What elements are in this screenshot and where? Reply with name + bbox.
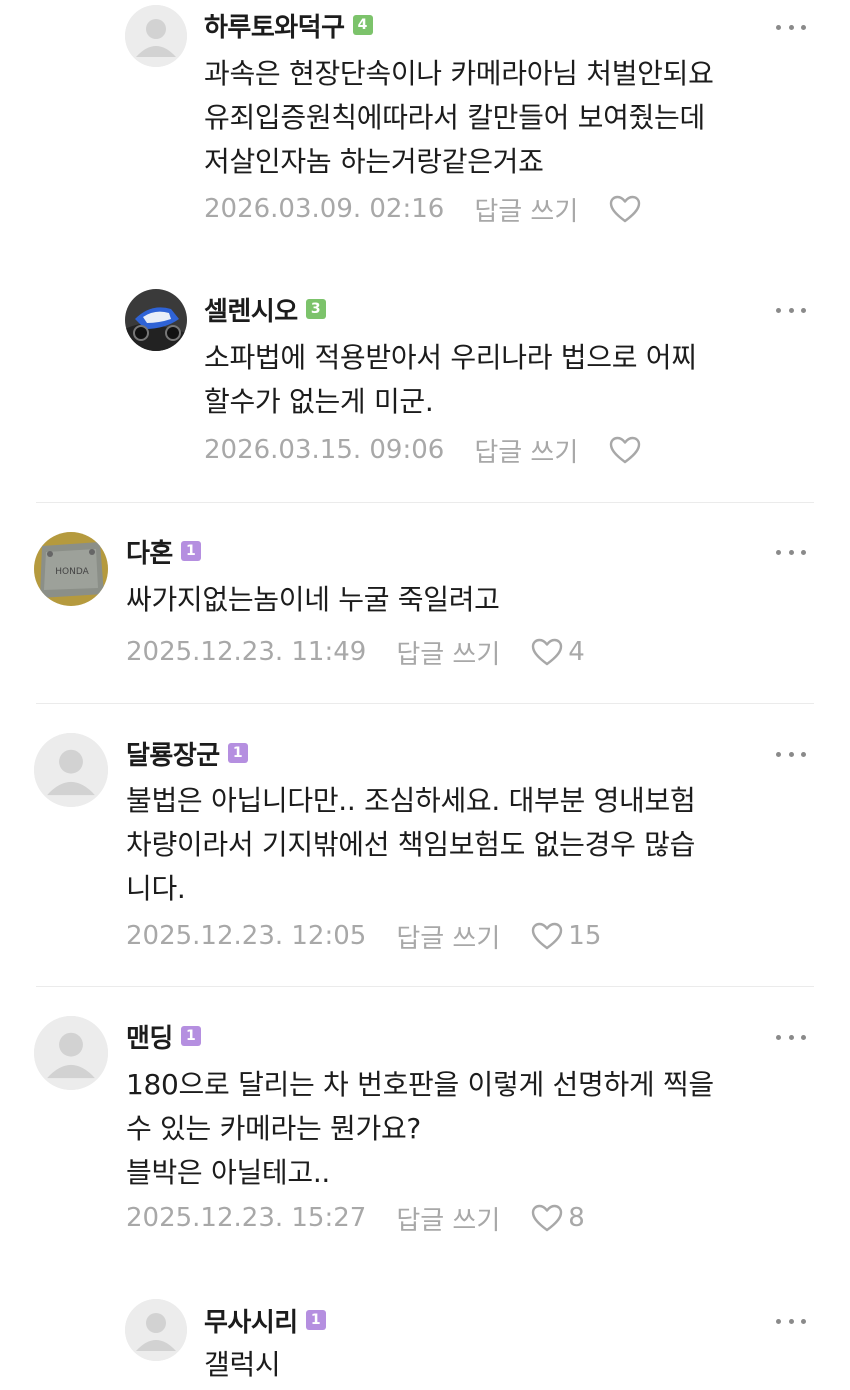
- avatar[interactable]: HONDA: [34, 532, 108, 606]
- reply-button[interactable]: 답글 쓰기: [474, 432, 578, 469]
- divider: [36, 502, 814, 503]
- avatar[interactable]: [34, 1016, 108, 1090]
- engine-profile-image: HONDA: [34, 532, 108, 606]
- motorcycle-profile-image: [125, 289, 187, 351]
- heart-icon: [610, 195, 641, 223]
- like-button[interactable]: 8: [530, 1203, 585, 1233]
- comment-date: 2025.12.23. 12:05: [126, 921, 367, 951]
- heart-icon: [610, 436, 641, 464]
- avatar[interactable]: [34, 733, 108, 807]
- divider: [36, 703, 814, 704]
- comment-date: 2026.03.15. 09:06: [204, 435, 445, 465]
- default-profile-icon: [34, 1016, 108, 1090]
- comment-date: 2026.03.09. 02:16: [204, 194, 445, 224]
- avatar[interactable]: [125, 289, 187, 351]
- comment-text: 갤럭시: [204, 1348, 281, 1381]
- comment-text: 불법은 아닙니다만.. 조심하세요. 대부분 영내보험 차량이라서 기지밖에선 …: [126, 784, 696, 905]
- author-name[interactable]: 맨딩: [126, 1018, 173, 1055]
- comment-text: 180으로 달리는 차 번호판을 이렇게 선명하게 찍을 수 있는 카메라는 뭔…: [126, 1068, 714, 1189]
- heart-icon: [532, 638, 563, 666]
- comment-meta: 2026.03.15. 09:06 답글 쓰기: [204, 430, 646, 470]
- author-name[interactable]: 하루토와덕구: [204, 7, 345, 44]
- author-name[interactable]: 다혼: [126, 533, 173, 570]
- level-badge: 1: [180, 1026, 201, 1046]
- heart-icon: [532, 922, 563, 950]
- more-options-icon[interactable]: [776, 744, 806, 764]
- comment-meta: 2025.12.23. 12:05 답글 쓰기 15: [126, 916, 601, 956]
- like-count: 4: [568, 637, 585, 667]
- level-badge: 1: [180, 541, 201, 561]
- author-name[interactable]: 달룡장군: [126, 735, 220, 772]
- heart-icon: [532, 1204, 563, 1232]
- default-profile-icon: [125, 1299, 187, 1361]
- default-profile-icon: [125, 5, 187, 67]
- comment-text: 소파법에 적용받아서 우리나라 법으로 어찌 할수가 없는게 미군.: [204, 341, 697, 418]
- comment-meta: 2026.03.09. 02:16 답글 쓰기: [204, 189, 646, 229]
- avatar[interactable]: [125, 5, 187, 67]
- more-options-icon[interactable]: [776, 542, 806, 562]
- level-badge: 1: [227, 743, 248, 763]
- default-profile-icon: [34, 733, 108, 807]
- reply-button[interactable]: 답글 쓰기: [396, 918, 500, 955]
- comment-date: 2025.12.23. 11:49: [126, 637, 367, 667]
- reply-button[interactable]: 답글 쓰기: [474, 191, 578, 228]
- like-button[interactable]: 4: [530, 637, 585, 667]
- reply-button[interactable]: 답글 쓰기: [396, 634, 500, 671]
- like-button[interactable]: [608, 435, 646, 465]
- comment-meta: 2025.12.23. 11:49 답글 쓰기 4: [126, 632, 585, 672]
- more-options-icon[interactable]: [776, 1027, 806, 1047]
- svg-text:HONDA: HONDA: [55, 567, 89, 577]
- level-badge: 3: [305, 299, 326, 319]
- comment-date: 2025.12.23. 15:27: [126, 1203, 367, 1233]
- comment-text: 싸가지없는놈이네 누굴 죽일려고: [126, 583, 500, 616]
- level-badge: 4: [352, 15, 373, 35]
- author-name[interactable]: 무사시리: [204, 1302, 298, 1339]
- like-button[interactable]: [608, 194, 646, 224]
- more-options-icon[interactable]: [776, 1311, 806, 1331]
- like-button[interactable]: 15: [530, 921, 601, 951]
- author-name[interactable]: 셀렌시오: [204, 291, 298, 328]
- comment-meta: 2025.12.23. 15:27 답글 쓰기 8: [126, 1198, 585, 1238]
- like-count: 8: [568, 1203, 585, 1233]
- more-options-icon[interactable]: [776, 300, 806, 320]
- like-count: 15: [568, 921, 602, 951]
- more-options-icon[interactable]: [776, 17, 806, 37]
- reply-button[interactable]: 답글 쓰기: [396, 1200, 500, 1237]
- avatar[interactable]: [125, 1299, 187, 1361]
- level-badge: 1: [305, 1310, 326, 1330]
- divider: [36, 986, 814, 987]
- comment-text: 과속은 현장단속이나 카메라아님 처벌안되요 유죄입증원칙에따라서 칼만들어 보…: [204, 57, 714, 178]
